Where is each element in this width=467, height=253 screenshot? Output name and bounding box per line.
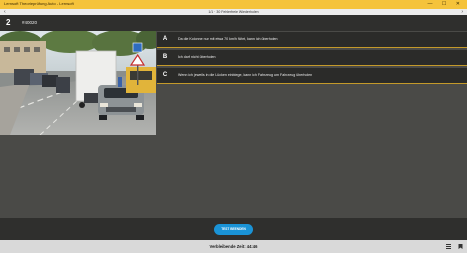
action-bar: TEST BEENDEN <box>0 218 467 240</box>
answer-text-b: Ich darf nicht überholen <box>178 55 216 59</box>
answer-letter-a: A <box>162 36 168 42</box>
answer-letter-b: B <box>162 54 168 60</box>
answer-letter-c: C <box>162 72 168 78</box>
question-number: 2 <box>6 18 11 27</box>
answer-text-c: Wenn ich jeweils in die Lücken einbiege,… <box>178 73 313 77</box>
traffic-photo <box>0 31 156 135</box>
answer-option-c[interactable]: C Wenn ich jeweils in die Lücken einbieg… <box>157 68 467 84</box>
remaining-time: Verbleibende Zeit: 44:46 <box>209 244 258 249</box>
bookmark-icon[interactable] <box>458 244 463 249</box>
answer-option-b[interactable]: B Ich darf nicht überholen <box>157 50 467 66</box>
question-code: #40020 <box>22 20 38 25</box>
grid-icon[interactable] <box>446 244 451 249</box>
status-footer: Verbleibende Zeit: 44:46 <box>0 240 467 253</box>
window-title: Lernsoft Theorieprüfung Auto - Lernsoft <box>4 1 74 6</box>
answer-text-a: Da die Kolonne nur mit etwa 70 km/h fähr… <box>178 37 278 41</box>
answer-option-a[interactable]: A Da die Kolonne nur mit etwa 70 km/h fä… <box>157 32 467 48</box>
question-image <box>0 31 156 135</box>
title-bar: Lernsoft Theorieprüfung Auto - Lernsoft … <box>0 0 467 9</box>
window-controls[interactable]: — ☐ ✕ <box>428 1 464 7</box>
end-test-button[interactable]: TEST BEENDEN <box>214 224 253 235</box>
question-header: 2 #40020 <box>0 15 467 31</box>
